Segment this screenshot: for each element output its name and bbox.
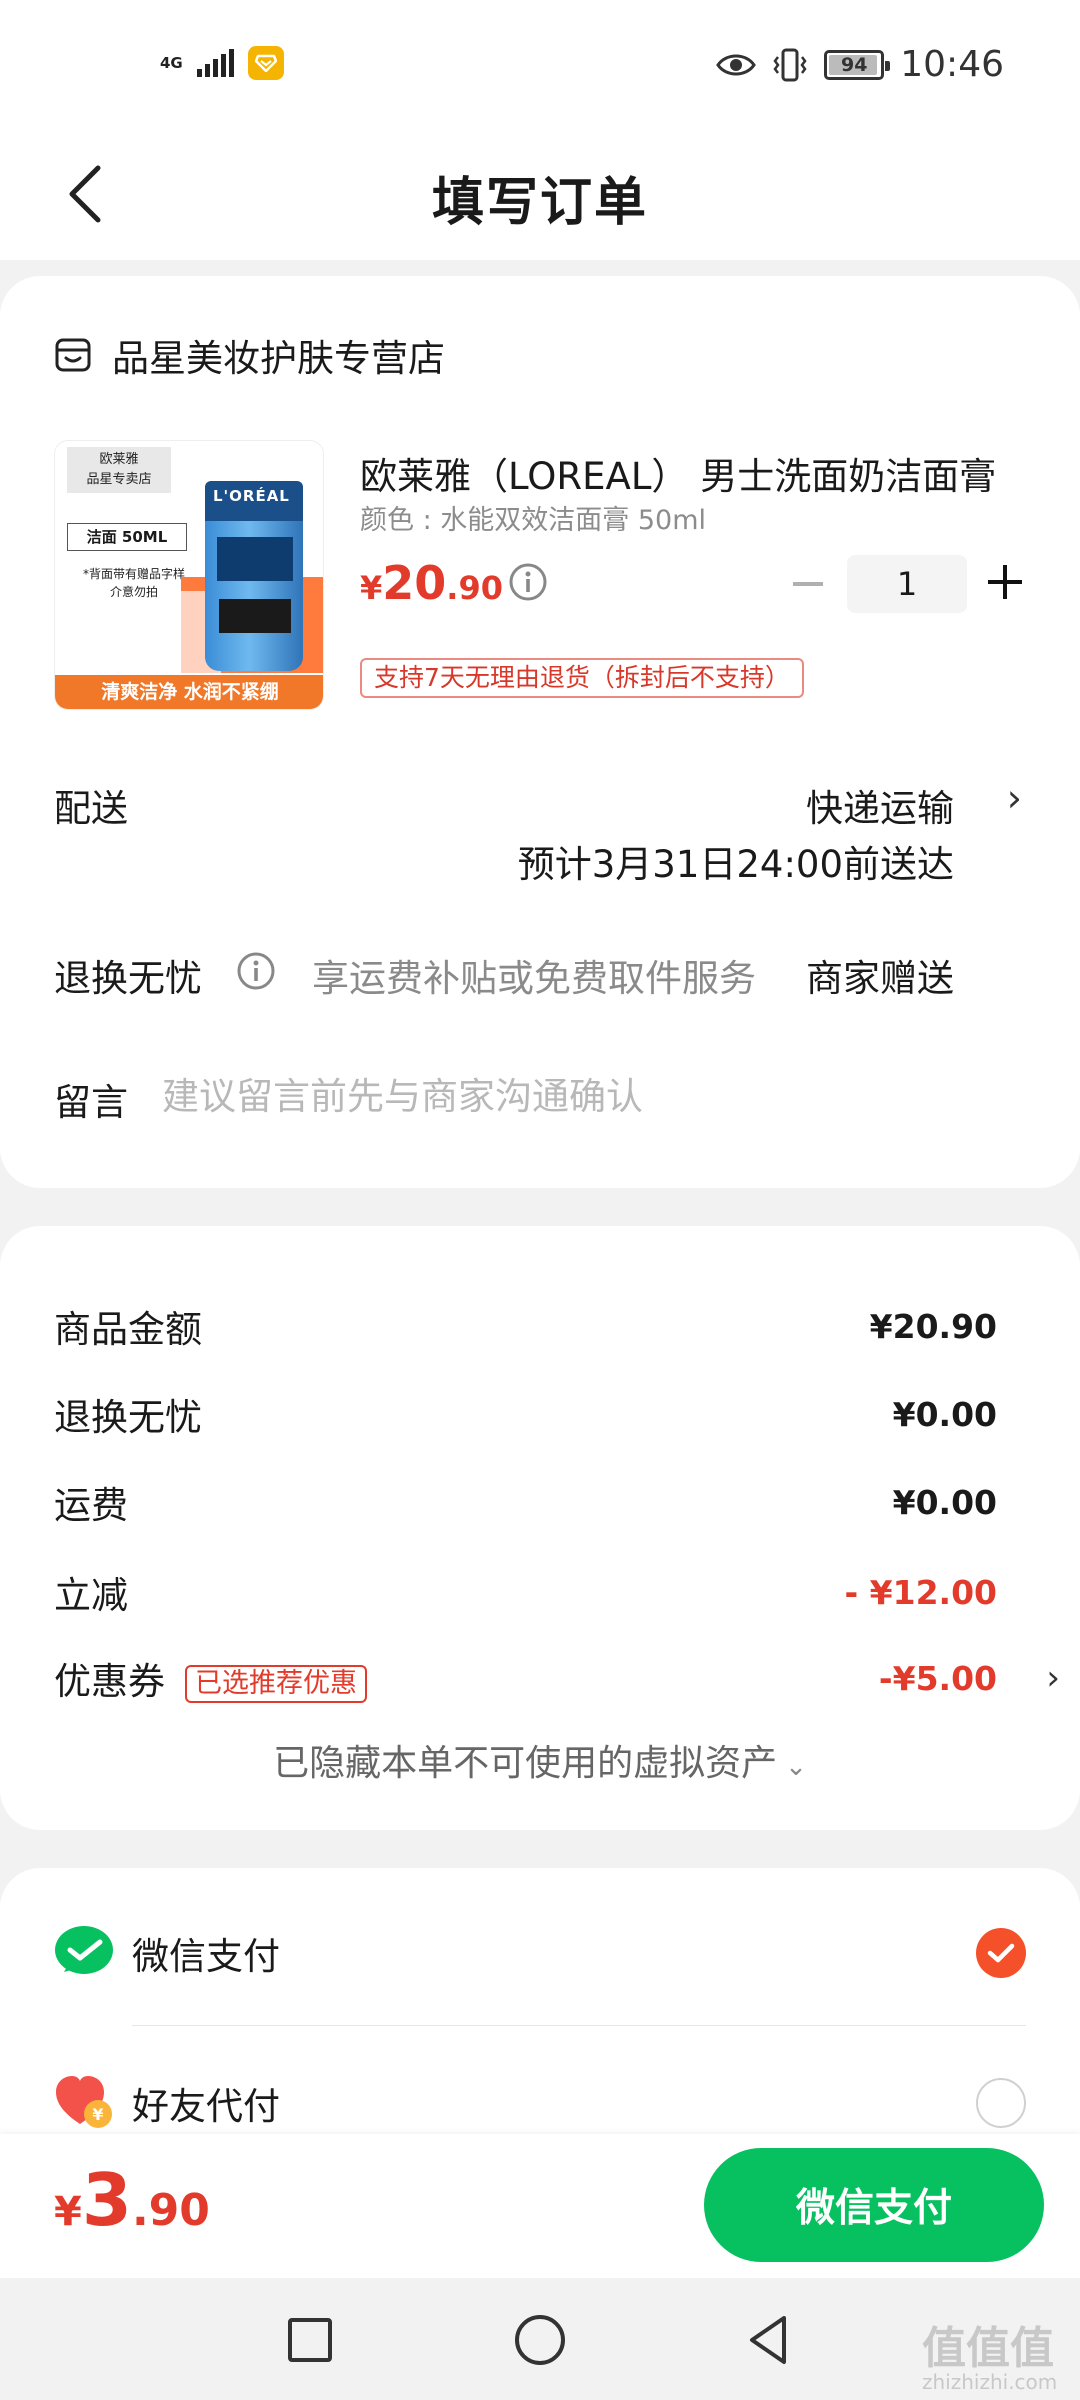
triangle-back-icon [750,2316,786,2364]
freight-amount: ¥0.00 [892,1482,997,1522]
product-variant[interactable]: 颜色 : 水能双效洁面膏 50ml [360,498,706,537]
shipping-method[interactable]: 快递运输 [806,778,954,832]
image-store-tag: 欧莱雅 品星专卖店 [67,447,171,493]
coupon-label-group: 优惠券 已选推荐优惠 [54,1651,367,1705]
payment-option-label: 微信支付 [132,1935,280,1978]
svg-text:¥: ¥ [92,2105,103,2124]
discount-label: 立减 [54,1574,128,1617]
product-price: ¥20.90 [360,556,503,610]
vibrate-icon [773,48,807,81]
summary-row-coupon[interactable]: 优惠券 已选推荐优惠 -¥5.00 [54,1650,997,1706]
wechat-pay-button[interactable]: 微信支付 [704,2148,1044,2262]
total-symbol: ¥ [54,2189,82,2235]
chevron-right-icon[interactable]: › [1046,1658,1060,1698]
home-button[interactable] [510,2310,570,2370]
quantity-value[interactable]: 1 [847,555,967,613]
clock: 10:46 [900,44,1004,85]
summary-row-discount: 立减 - ¥12.00 [54,1564,997,1620]
payment-divider [132,2025,1026,2026]
store-row[interactable]: 品星美妆护肤专营店 [54,328,445,382]
battery-level: 94 [841,53,868,76]
network-type: 4G [160,54,183,72]
discount-amount: - ¥12.00 [844,1572,997,1612]
circle-icon [515,2315,565,2365]
worry-amount: ¥0.00 [892,1394,997,1434]
price-integer: 20 [382,556,447,610]
order-card: 品星美妆护肤专营店 欧莱雅 品星专卖店 洁面 50ML *背面带有赠品字样 介意… [0,276,1080,1188]
image-size-label: 洁面 50ML [67,523,187,551]
message-input[interactable] [162,1064,1022,1128]
total-decimal: .90 [131,2185,210,2236]
watermark: 值值值 [922,2323,1054,2374]
shipping-eta: 预计3月31日24:00前送达 [517,843,954,886]
price-symbol: ¥ [360,569,383,607]
return-policy-badge: 支持7天无理由退货（拆封后不支持） [360,658,804,698]
coupon-amount: -¥5.00 [878,1658,997,1698]
watermark-url: zhizhizhi.com [922,2370,1058,2394]
square-icon [288,2318,332,2362]
worry-amount-label: 退换无忧 [54,1396,202,1439]
status-bar: 4G 94 10:46 [0,0,1080,130]
page-title: 填写订单 [431,173,648,233]
signal-icon [196,49,234,77]
chevron-right-icon[interactable]: › [1007,776,1022,820]
quantity-increase-button[interactable] [988,564,1024,600]
info-icon[interactable] [236,951,276,991]
hidden-assets-text: 已隐藏本单不可使用的虚拟资产 [273,1743,778,1784]
hidden-assets-toggle[interactable]: 已隐藏本单不可使用的虚拟资产 ⌄ [0,1734,1080,1786]
quantity-decrease-button[interactable] [790,566,826,602]
return-worry-description: 享运费补贴或免费取件服务 [312,957,756,1000]
product-tube-box [219,599,291,633]
friend-pay-icon: ¥ [56,2076,112,2128]
payment-radio-unselected[interactable] [976,2078,1026,2128]
page-header: 填写订单 [0,130,1080,260]
product-title[interactable]: 欧莱雅（LOREAL） 男士洗面奶洁面膏 [360,446,1030,500]
system-nav-bar [0,2278,1080,2400]
eye-icon [716,54,757,75]
status-left: 4G [160,46,284,80]
return-worry-label: 退换无忧 [54,957,202,1000]
summary-row-worry: 退换无忧 ¥0.00 [54,1386,997,1442]
store-icon [55,338,91,372]
payment-option-friend[interactable]: ¥ 好友代付 [54,2062,1026,2142]
image-note: *背面带有赠品字样 介意勿拍 [82,567,185,599]
coupon-badge: 已选推荐优惠 [185,1664,367,1703]
shipping-label: 配送 [54,787,128,830]
summary-row-freight: 运费 ¥0.00 [54,1474,997,1530]
total-price: ¥3.90 [54,2158,210,2242]
nav-back-button[interactable] [740,2310,800,2370]
checkout-bar: ¥3.90 微信支付 [0,2134,1080,2278]
notification-app-icon [247,46,284,80]
goods-amount-label: 商品金额 [54,1308,202,1351]
product-image[interactable]: 欧莱雅 品星专卖店 洁面 50ML *背面带有赠品字样 介意勿拍 L'ORÉAL… [54,440,324,710]
message-label: 留言 [54,1081,128,1124]
status-right: 94 10:46 [716,44,1004,85]
return-worry-value: 商家赠送 [806,957,954,1000]
wechat-pay-icon [55,1926,113,1974]
coupon-label: 优惠券 [54,1660,165,1703]
image-banner: 清爽洁净 水润不紧绷 [55,675,323,709]
checkmark-icon [987,1943,1015,1963]
freight-label: 运费 [54,1484,128,1527]
payment-radio-selected[interactable] [976,1928,1026,1978]
summary-row-goods: 商品金额 ¥20.90 [54,1298,997,1354]
minus-icon [793,582,823,586]
total-integer: 3 [81,2158,132,2242]
payment-option-wechat[interactable]: 微信支付 [54,1912,1026,1992]
product-tube-label [217,537,293,581]
chevron-down-icon: ⌄ [785,1752,807,1782]
image-brand-text: L'ORÉAL [213,487,290,505]
store-name: 品星美妆护肤专营店 [112,337,445,380]
payment-option-label: 好友代付 [132,2085,280,2128]
battery-icon: 94 [824,49,891,80]
goods-amount: ¥20.90 [869,1306,997,1346]
info-icon[interactable] [508,562,548,602]
price-decimal: .90 [446,569,503,607]
recent-apps-button[interactable] [280,2310,340,2370]
